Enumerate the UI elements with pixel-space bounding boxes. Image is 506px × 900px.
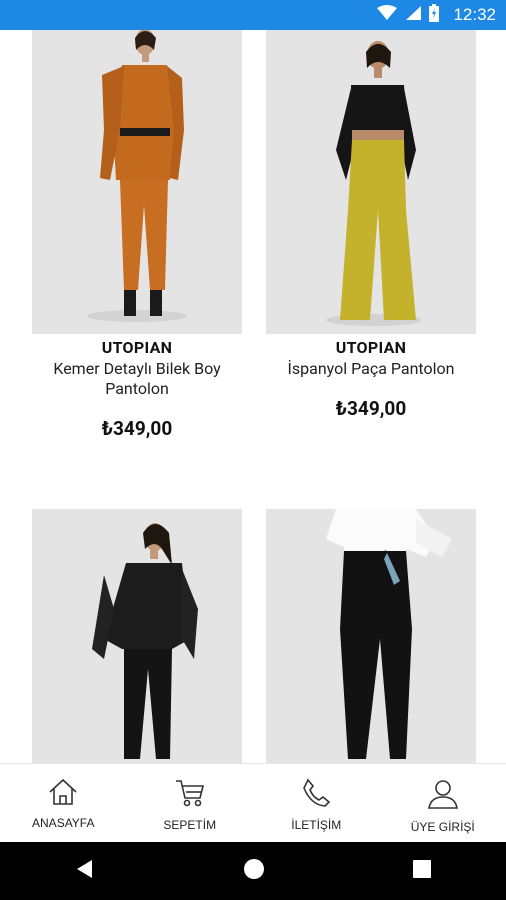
product-price: ₺349,00 [101,417,173,440]
product-name[interactable]: Kemer Detaylı Bilek Boy Pantolon [32,359,242,399]
nav-home-label: ANASAYFA [32,816,95,830]
product-brand: UTOPIAN [101,338,173,357]
product-image[interactable] [32,30,242,334]
nav-contact[interactable]: İLETİŞİM [253,764,380,843]
product-card[interactable]: UTOPIAN Kemer Detaylı Bilek Boy Pantolon… [32,30,242,440]
phone-icon [301,778,331,812]
nav-cart-label: SEPETİM [163,818,217,832]
back-icon[interactable] [74,858,96,884]
home-circle-icon[interactable] [243,858,265,884]
nav-cart[interactable]: SEPETİM [127,764,254,843]
nav-login[interactable]: ÜYE GİRİŞİ [380,764,506,843]
wifi-icon [377,5,398,25]
product-brand: UTOPIAN [335,338,407,357]
nav-home[interactable]: ANASAYFA [0,764,127,843]
cell-signal-icon [405,5,422,25]
home-icon [48,778,78,810]
nav-login-label: ÜYE GİRİŞİ [410,820,475,834]
product-image[interactable] [266,30,476,334]
product-price: ₺349,00 [335,397,407,420]
cart-icon [174,778,206,812]
system-navigation-bar [0,842,506,900]
product-card[interactable] [266,509,476,763]
status-bar: 12:32 [0,0,506,30]
recents-icon[interactable] [412,859,432,883]
battery-icon [429,4,440,26]
product-card[interactable]: UTOPIAN İspanyol Paça Pantolon ₺349,00 [266,30,476,420]
product-image[interactable] [32,509,242,763]
clock: 12:32 [453,5,496,24]
user-icon [427,778,459,814]
product-grid: UTOPIAN Kemer Detaylı Bilek Boy Pantolon… [0,30,506,763]
product-card[interactable] [32,509,242,763]
bottom-navigation: ANASAYFA SEPETİM İLETİŞİM ÜYE GİRİŞİ [0,763,506,843]
nav-contact-label: İLETİŞİM [291,818,342,832]
product-name[interactable]: İspanyol Paça Pantolon [266,359,476,379]
product-image[interactable] [266,509,476,763]
